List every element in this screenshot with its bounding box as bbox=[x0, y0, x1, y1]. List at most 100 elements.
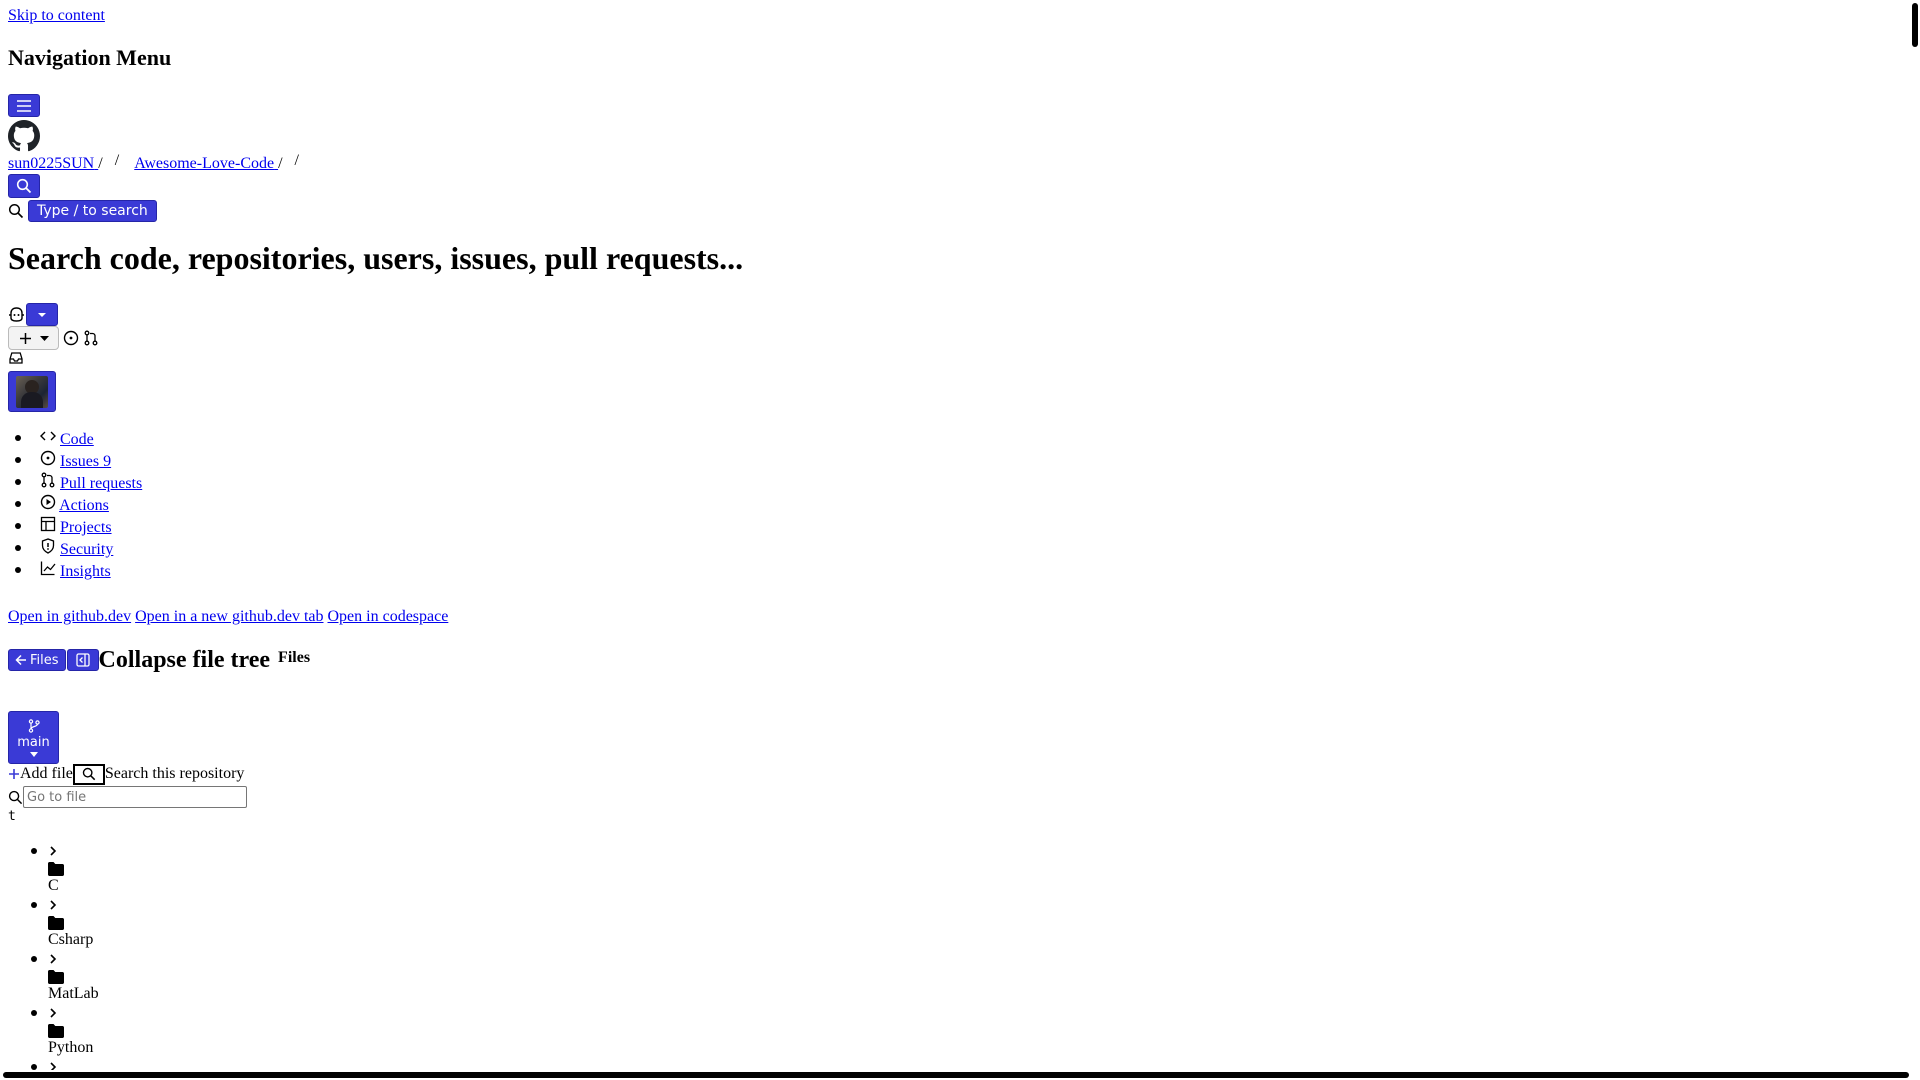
search-repo-button[interactable] bbox=[72, 763, 105, 785]
repo-nav-link-projects[interactable]: Projects bbox=[60, 519, 112, 536]
breadcrumb-repo-link[interactable]: Awesome-Love-Code bbox=[134, 155, 278, 172]
vertical-scrollbar-track[interactable] bbox=[1910, 0, 1920, 1070]
pull-request-icon bbox=[40, 472, 56, 488]
pull-request-icon[interactable] bbox=[83, 330, 99, 346]
branch-selector-button[interactable]: main bbox=[8, 711, 59, 764]
repo-nav-item-actions: Actions bbox=[15, 494, 142, 516]
chevron-right-icon[interactable] bbox=[48, 1062, 58, 1070]
file-tree: C Csharp MatLab Python bbox=[0, 842, 400, 1070]
add-file-button[interactable]: Add file bbox=[8, 765, 73, 783]
skip-to-content-link[interactable]: Skip to content bbox=[8, 7, 105, 25]
open-in-github-dev-link[interactable]: Open in github.dev bbox=[8, 608, 131, 625]
triangle-down-icon bbox=[37, 312, 47, 318]
search-heading: Search code, repositories, users, issues… bbox=[8, 240, 744, 276]
breadcrumb: sun0225SUN / / Awesome-Love-Code / / bbox=[8, 152, 299, 173]
tree-item-partial[interactable] bbox=[0, 1058, 400, 1070]
repo-nav: Code Issues 9 Pull requests Actions Proj… bbox=[15, 428, 142, 582]
tree-item-label: Csharp bbox=[48, 931, 94, 948]
tree-item-label: C bbox=[48, 877, 59, 894]
tree-item-csharp[interactable]: Csharp bbox=[0, 896, 400, 950]
triangle-down-icon bbox=[29, 751, 38, 757]
repo-nav-link-actions[interactable]: Actions bbox=[59, 497, 109, 514]
copilot-dropdown-button[interactable] bbox=[26, 303, 58, 326]
tree-item-c[interactable]: C bbox=[0, 842, 400, 896]
repo-nav-item-code: Code bbox=[15, 428, 142, 450]
sidebar-collapse-icon bbox=[75, 653, 90, 667]
issue-icon bbox=[40, 450, 56, 466]
horizontal-scrollbar-track[interactable] bbox=[0, 1070, 1920, 1080]
go-to-file-input[interactable] bbox=[23, 786, 247, 808]
search-icon bbox=[82, 767, 96, 781]
go-to-file-shortcut: t bbox=[8, 809, 16, 824]
open-in-codespace-link[interactable]: Open in codespace bbox=[328, 608, 449, 625]
repo-nav-link-security[interactable]: Security bbox=[60, 541, 113, 558]
tree-item-label: Python bbox=[48, 1039, 94, 1056]
search-trigger[interactable]: Type / to search bbox=[8, 200, 157, 222]
header-actions bbox=[8, 326, 99, 350]
repo-nav-item-insights: Insights bbox=[15, 560, 142, 582]
plus-icon bbox=[19, 332, 32, 345]
search-button[interactable] bbox=[8, 174, 40, 198]
plus-icon bbox=[8, 768, 20, 780]
create-new-button[interactable] bbox=[8, 326, 59, 350]
code-icon bbox=[40, 428, 56, 444]
open-in-new-tab-link[interactable]: Open in a new github.dev tab bbox=[135, 608, 323, 625]
folder-icon bbox=[48, 916, 64, 930]
play-icon bbox=[40, 494, 56, 510]
table-icon bbox=[40, 516, 56, 532]
chevron-right-icon[interactable] bbox=[48, 846, 58, 856]
chevron-right-icon[interactable] bbox=[48, 954, 58, 964]
repo-nav-link-insights[interactable]: Insights bbox=[60, 563, 111, 580]
folder-icon bbox=[48, 1024, 64, 1038]
collapse-file-tree-heading: Collapse file tree bbox=[98, 646, 271, 673]
breadcrumb-owner-link[interactable]: sun0225SUN bbox=[8, 155, 98, 172]
repo-nav-link-issues[interactable]: Issues 9 bbox=[60, 453, 111, 470]
user-avatar-button[interactable] bbox=[8, 371, 56, 412]
search-icon bbox=[8, 790, 23, 805]
copilot-group bbox=[8, 303, 58, 326]
tree-item-matlab[interactable]: MatLab bbox=[0, 950, 400, 1004]
repo-nav-item-projects: Projects bbox=[15, 516, 142, 538]
git-branch-icon bbox=[28, 718, 40, 733]
open-in-links: Open in github.dev Open in a new github.… bbox=[8, 608, 448, 626]
shield-icon bbox=[40, 538, 56, 554]
menu-button[interactable] bbox=[8, 94, 40, 117]
graph-icon bbox=[40, 560, 56, 576]
go-to-file-row bbox=[8, 786, 247, 808]
chevron-right-icon[interactable] bbox=[48, 900, 58, 910]
issue-icon[interactable] bbox=[63, 330, 79, 346]
search-icon bbox=[8, 203, 24, 219]
folder-icon bbox=[48, 970, 64, 984]
navigation-menu-heading: Navigation Menu bbox=[8, 45, 172, 70]
github-logo-icon[interactable] bbox=[8, 120, 40, 157]
breadcrumb-separator: / bbox=[294, 152, 299, 169]
collapse-file-tree-button[interactable] bbox=[66, 649, 99, 671]
avatar bbox=[16, 375, 48, 408]
repo-nav-item-security: Security bbox=[15, 538, 142, 560]
search-icon bbox=[16, 178, 32, 194]
files-back-button[interactable]: Files bbox=[8, 649, 66, 671]
repo-nav-item-pull-requests: Pull requests bbox=[15, 472, 142, 494]
arrow-left-icon bbox=[15, 654, 27, 666]
horizontal-scrollbar-thumb[interactable] bbox=[3, 1072, 1909, 1078]
hamburger-icon bbox=[16, 99, 32, 113]
repo-nav-link-pull-requests[interactable]: Pull requests bbox=[60, 475, 142, 492]
repo-nav-item-issues: Issues 9 bbox=[15, 450, 142, 472]
triangle-down-icon bbox=[39, 335, 49, 341]
folder-icon bbox=[48, 862, 64, 876]
files-label: Files bbox=[278, 649, 311, 666]
file-tree-header: Files Collapse file tree Files bbox=[8, 644, 310, 676]
type-to-search-button[interactable]: Type / to search bbox=[28, 200, 157, 222]
tree-item-label: MatLab bbox=[48, 985, 99, 1002]
breadcrumb-separator: / bbox=[278, 155, 283, 172]
repo-nav-link-code[interactable]: Code bbox=[60, 431, 94, 448]
tree-item-python[interactable]: Python bbox=[0, 1004, 400, 1058]
copilot-icon[interactable] bbox=[8, 307, 25, 322]
inbox-icon[interactable] bbox=[8, 350, 24, 371]
search-repo-label: Search this repository bbox=[104, 765, 245, 782]
breadcrumb-separator: / bbox=[114, 152, 120, 169]
file-actions-row: Add file Search this repository bbox=[8, 763, 245, 785]
vertical-scrollbar-thumb[interactable] bbox=[1912, 3, 1918, 47]
breadcrumb-separator: / bbox=[98, 155, 103, 172]
chevron-right-icon[interactable] bbox=[48, 1008, 58, 1018]
